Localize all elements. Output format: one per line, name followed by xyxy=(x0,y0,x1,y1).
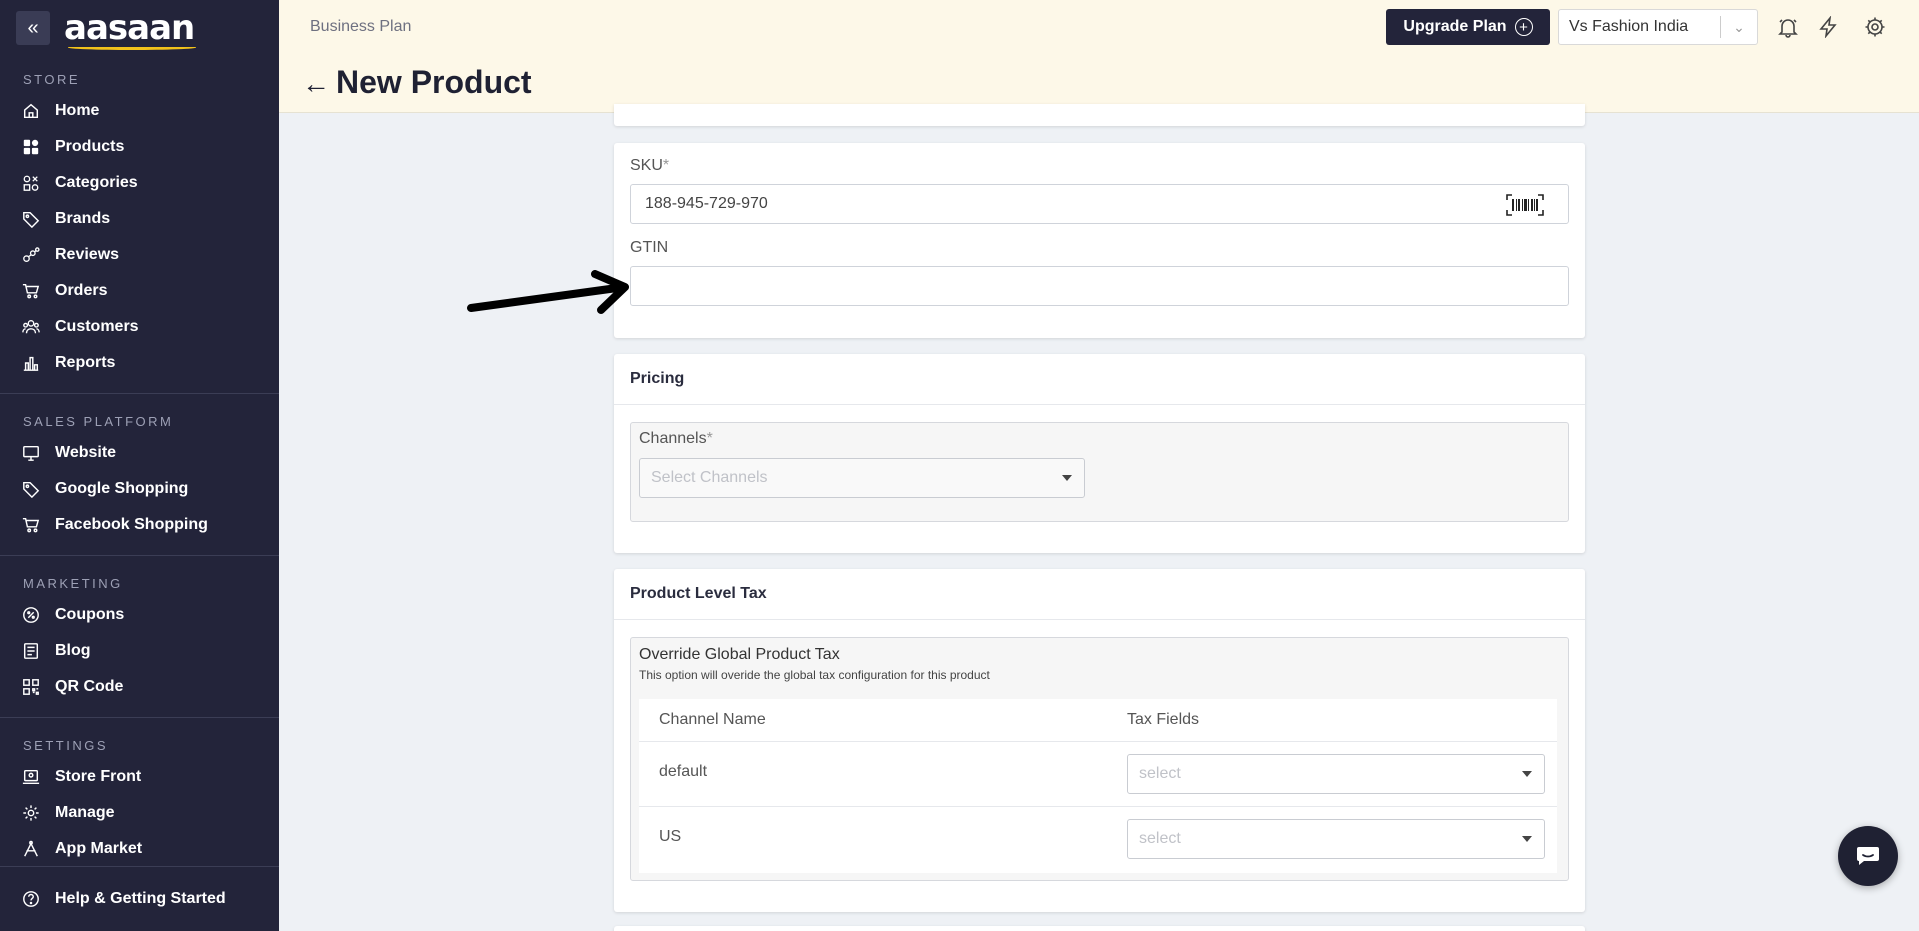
home-icon xyxy=(23,103,39,119)
sidebar-item-reports[interactable]: Reports xyxy=(0,345,279,381)
logo-swoosh xyxy=(68,45,197,50)
grid-icon xyxy=(23,139,39,155)
arrow-annotation-icon xyxy=(467,270,629,314)
cart-icon xyxy=(22,517,40,533)
sidebar-item-manage[interactable]: Manage xyxy=(0,795,279,831)
tax-title: Product Level Tax xyxy=(630,585,767,602)
sidebar-item-coupons[interactable]: Coupons xyxy=(0,597,279,633)
sidebar-item-reviews[interactable]: Reviews xyxy=(0,237,279,273)
tag-icon xyxy=(23,211,40,228)
sku-card: SKU* 188-945-729-970 GTIN xyxy=(614,143,1585,338)
sidebar-item-blog[interactable]: Blog xyxy=(0,633,279,669)
chevron-down-icon: ⌄ xyxy=(1733,18,1745,35)
storefront-icon xyxy=(22,769,40,785)
table-row: US select xyxy=(639,807,1557,873)
gear-icon[interactable] xyxy=(1864,16,1886,38)
sidebar: « aasaan STORE Home Products Categories … xyxy=(0,0,279,931)
back-arrow-icon[interactable]: ← xyxy=(302,70,330,98)
store-name: Vs Fashion India xyxy=(1569,18,1689,35)
tax-table: Channel Name Tax Fields default select U… xyxy=(639,699,1557,873)
sidebar-item-home[interactable]: Home xyxy=(0,93,279,129)
channels-label: Channels* xyxy=(639,430,713,447)
sidebar-item-google-shopping[interactable]: Google Shopping xyxy=(0,471,279,507)
plan-label: Business Plan xyxy=(310,18,412,35)
override-tax-box: Override Global Product Tax This option … xyxy=(630,637,1569,881)
reviews-icon xyxy=(23,247,40,262)
channels-box: Channels* Select Channels xyxy=(630,422,1569,522)
override-title: Override Global Product Tax xyxy=(639,646,840,663)
tax-select[interactable]: select xyxy=(1127,754,1545,794)
caret-down-icon xyxy=(1522,771,1532,777)
logo[interactable]: aasaan xyxy=(64,11,197,50)
lightning-icon[interactable] xyxy=(1817,16,1839,38)
caret-down-icon xyxy=(1522,836,1532,842)
bar-chart-icon xyxy=(23,356,39,371)
plus-circle-icon: + xyxy=(1514,18,1533,36)
upgrade-plan-button[interactable]: Upgrade Plan + xyxy=(1386,9,1550,45)
blog-icon xyxy=(23,643,39,659)
top-header: Business Plan ← New Product Upgrade Plan… xyxy=(279,0,1919,113)
sidebar-item-qr-code[interactable]: QR Code xyxy=(0,669,279,705)
col-tax-fields: Tax Fields xyxy=(1127,711,1200,728)
cart-icon xyxy=(22,283,40,299)
table-header-row: Channel Name Tax Fields xyxy=(639,699,1557,742)
store-selector[interactable]: Vs Fashion India ⌄ xyxy=(1558,9,1758,45)
gtin-input[interactable] xyxy=(630,266,1569,306)
sidebar-top: « aasaan xyxy=(0,0,279,56)
collapse-sidebar-button[interactable]: « xyxy=(16,11,50,45)
bell-icon[interactable] xyxy=(1777,16,1799,38)
product-tax-card: Product Level Tax Override Global Produc… xyxy=(614,569,1585,912)
barcode-icon[interactable] xyxy=(1506,194,1544,216)
next-card-top xyxy=(614,926,1585,931)
channels-select[interactable]: Select Channels xyxy=(639,458,1085,498)
card-divider xyxy=(614,404,1585,405)
coupon-icon xyxy=(23,607,39,623)
chat-bubble-icon xyxy=(1857,847,1879,865)
sidebar-item-website[interactable]: Website xyxy=(0,435,279,471)
section-marketing: MARKETING xyxy=(23,576,123,591)
sidebar-item-app-market[interactable]: App Market xyxy=(0,831,279,867)
section-store: STORE xyxy=(23,72,81,87)
channel-name-cell: default xyxy=(659,763,708,780)
sidebar-item-categories[interactable]: Categories xyxy=(0,165,279,201)
section-settings: SETTINGS xyxy=(23,738,109,753)
app-market-icon xyxy=(24,840,38,857)
monitor-icon xyxy=(23,445,39,461)
sidebar-item-orders[interactable]: Orders xyxy=(0,273,279,309)
previous-card-bottom xyxy=(614,104,1585,126)
sku-label: SKU* xyxy=(630,157,670,174)
sidebar-item-facebook-shopping[interactable]: Facebook Shopping xyxy=(0,507,279,543)
pricing-title: Pricing xyxy=(630,370,685,387)
gtin-label: GTIN xyxy=(630,239,669,256)
sidebar-item-brands[interactable]: Brands xyxy=(0,201,279,237)
card-divider xyxy=(614,619,1585,620)
sidebar-item-store-front[interactable]: Store Front xyxy=(0,759,279,795)
chat-button[interactable] xyxy=(1838,826,1898,886)
channel-name-cell: US xyxy=(659,828,682,845)
sidebar-divider xyxy=(0,717,279,718)
sidebar-item-customers[interactable]: Customers xyxy=(0,309,279,345)
qr-icon xyxy=(23,679,39,695)
sku-input[interactable]: 188-945-729-970 xyxy=(630,184,1569,224)
double-chevron-left-icon: « xyxy=(27,16,39,39)
help-icon xyxy=(23,891,39,907)
tag-icon xyxy=(23,481,40,498)
section-sales-platform: SALES PLATFORM xyxy=(23,414,174,429)
caret-down-icon xyxy=(1062,475,1072,481)
categories-icon xyxy=(23,175,39,191)
page-title: New Product xyxy=(336,64,532,100)
sidebar-divider xyxy=(0,555,279,556)
tax-select[interactable]: select xyxy=(1127,819,1545,859)
users-icon xyxy=(22,320,40,334)
gear-icon xyxy=(23,805,39,821)
sidebar-divider xyxy=(0,393,279,394)
col-channel-name: Channel Name xyxy=(659,711,766,728)
pricing-card: Pricing Channels* Select Channels xyxy=(614,354,1585,553)
table-row: default select xyxy=(639,742,1557,807)
help-getting-started[interactable]: Help & Getting Started xyxy=(0,866,279,931)
override-description: This option will overide the global tax … xyxy=(639,668,990,682)
sidebar-item-products[interactable]: Products xyxy=(0,129,279,165)
